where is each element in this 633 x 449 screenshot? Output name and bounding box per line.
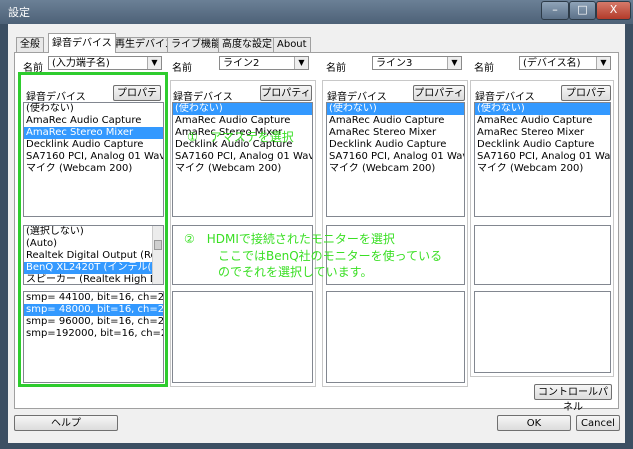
- name-label: 名前: [474, 63, 494, 74]
- annotation-step-2-line-2: ここではBenQ社のモニターを使っている: [218, 249, 443, 263]
- minimize-button[interactable]: –: [541, 1, 569, 20]
- tab-recording-device[interactable]: 録音デバイス: [48, 33, 116, 53]
- properties-button[interactable]: プロパティ: [413, 85, 465, 101]
- name-select[interactable]: ライン2 ▼: [219, 56, 309, 70]
- recording-device-list[interactable]: (使わない) AmaRec Audio Capture AmaRec Stere…: [474, 102, 611, 217]
- list-item[interactable]: Decklink Audio Capture: [327, 139, 464, 151]
- name-select[interactable]: ライン3 ▼: [372, 56, 462, 70]
- name-select[interactable]: (デバイス名) ▼: [519, 56, 611, 70]
- chevron-down-icon[interactable]: ▼: [294, 57, 308, 69]
- maximize-button[interactable]: □: [569, 1, 596, 20]
- name-value: (デバイス名): [523, 58, 581, 69]
- group-label: 録音デバイス: [172, 88, 234, 103]
- tab-live[interactable]: ライブ機能: [167, 37, 225, 53]
- chevron-down-icon[interactable]: ▼: [147, 57, 161, 69]
- list-item[interactable]: (使わない): [475, 103, 610, 115]
- properties-button[interactable]: プロパティ: [561, 85, 611, 114]
- name-value: (入力端子名): [52, 58, 110, 69]
- name-label: 名前: [326, 63, 346, 74]
- highlight-frame: [18, 72, 168, 387]
- title-bar: 設定: [0, 0, 633, 24]
- annotation-step-1: ① アマステを選択: [187, 130, 294, 144]
- list-item[interactable]: AmaRec Audio Capture: [173, 115, 312, 127]
- help-button[interactable]: ヘルプ: [14, 415, 118, 431]
- list-item[interactable]: SA7160 PCI, Analog 01 WaveIn: [475, 151, 610, 163]
- annotation-step-2-line-3: のでそれを選択しています。: [218, 265, 373, 279]
- recording-device-list[interactable]: (使わない) AmaRec Audio Capture AmaRec Stere…: [326, 102, 465, 217]
- name-select[interactable]: (入力端子名) ▼: [48, 56, 162, 70]
- window-title: 設定: [8, 6, 30, 19]
- list-item[interactable]: AmaRec Audio Capture: [327, 115, 464, 127]
- list-item[interactable]: マイク (Webcam 200): [475, 163, 610, 175]
- list-item[interactable]: AmaRec Stereo Mixer: [475, 127, 610, 139]
- name-value: ライン3: [376, 58, 413, 69]
- cancel-button[interactable]: Cancel: [576, 415, 620, 431]
- list-item[interactable]: マイク (Webcam 200): [173, 163, 312, 175]
- group-label: 録音デバイス: [474, 88, 536, 103]
- list-item[interactable]: (使わない): [327, 103, 464, 115]
- group-label: 録音デバイス: [326, 88, 388, 103]
- name-label: 名前: [172, 63, 192, 74]
- tab-about[interactable]: About: [273, 37, 311, 53]
- recording-device-list[interactable]: (使わない) AmaRec Audio Capture AmaRec Stere…: [172, 102, 313, 217]
- close-button[interactable]: X: [596, 1, 631, 20]
- ok-button[interactable]: OK: [497, 415, 571, 431]
- name-value: ライン2: [223, 58, 260, 69]
- list-item[interactable]: (使わない): [173, 103, 312, 115]
- list-item[interactable]: SA7160 PCI, Analog 01 WaveIn: [173, 151, 312, 163]
- list-item[interactable]: AmaRec Audio Capture: [475, 115, 610, 127]
- chevron-down-icon[interactable]: ▼: [447, 57, 461, 69]
- list-item[interactable]: マイク (Webcam 200): [327, 163, 464, 175]
- control-panel-button[interactable]: コントロールパネル: [534, 384, 612, 413]
- format-list[interactable]: [326, 291, 465, 383]
- list-item[interactable]: Decklink Audio Capture: [475, 139, 610, 151]
- chevron-down-icon[interactable]: ▼: [596, 57, 610, 69]
- list-item[interactable]: AmaRec Stereo Mixer: [327, 127, 464, 139]
- properties-button[interactable]: プロパティ: [260, 85, 312, 101]
- tab-advanced[interactable]: 高度な設定: [218, 37, 276, 53]
- format-list[interactable]: [474, 291, 611, 373]
- tab-general[interactable]: 全般: [16, 37, 44, 53]
- output-device-list[interactable]: [474, 225, 611, 285]
- list-item[interactable]: SA7160 PCI, Analog 01 WaveIn: [327, 151, 464, 163]
- annotation-step-2-line-1: ② HDMIで接続されたモニターを選択: [184, 232, 395, 246]
- format-list[interactable]: [172, 291, 313, 383]
